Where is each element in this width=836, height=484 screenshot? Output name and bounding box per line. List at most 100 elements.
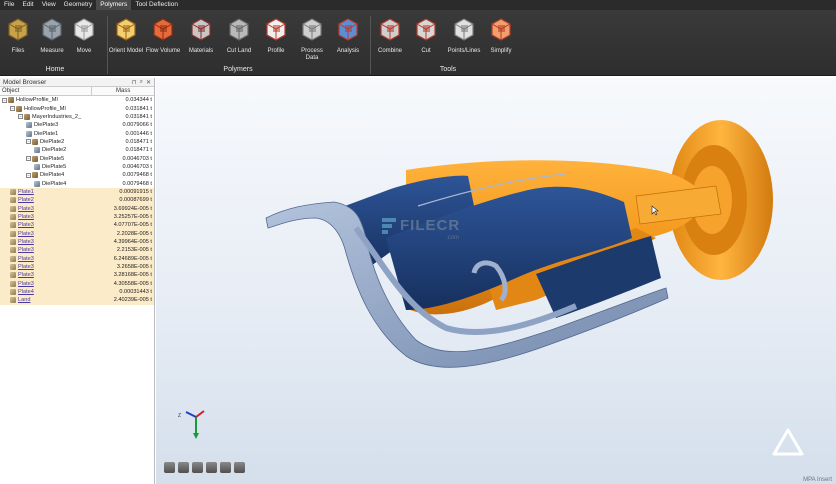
simplify-label: Simplify (490, 48, 511, 55)
folder-icon (5, 16, 31, 42)
group-icon (32, 155, 38, 162)
menu-item-polymers[interactable]: Polymers (96, 0, 132, 10)
tree-row[interactable]: Plate3 3.28168E-005 t (0, 271, 154, 280)
menu-item-tool-deflection[interactable]: Tool Deflection (131, 0, 182, 10)
column-header-mass[interactable]: Mass (92, 87, 154, 95)
tree-row-mass: 0.0079468 t (122, 180, 152, 187)
menu-item-view[interactable]: View (38, 0, 60, 10)
render-mode-icon[interactable] (234, 462, 245, 473)
menu-item-file[interactable]: File (0, 0, 18, 10)
tree-row[interactable]: − DiePlate2 0.018471 t (0, 138, 154, 146)
tree-row[interactable]: DiePlate2 0.018471 t (0, 146, 154, 154)
combine-label: Combine (378, 48, 402, 55)
plate-icon (10, 297, 16, 304)
tree-row[interactable]: Plate3 3.25257E-005 t (0, 212, 154, 222)
tree-row[interactable]: − HollowProfile_MI 0.034344 t (0, 96, 154, 104)
measure-button[interactable]: Measure (34, 16, 70, 66)
tree-row[interactable]: − DiePlate4 0.0079468 t (0, 171, 154, 179)
tree-expander-icon[interactable]: − (26, 172, 31, 178)
simplify-button[interactable]: Simplify (483, 16, 519, 66)
tree-row-mass: 0.00087699 t (119, 197, 152, 204)
orient-model-label-line: Orient Model (108, 48, 144, 54)
points-lines-button[interactable]: Points/Lines (446, 16, 482, 66)
tree-expander-icon[interactable]: − (18, 114, 23, 120)
tree-row[interactable]: DiePlate3 0.0079066 t (0, 121, 154, 129)
hollow-profile-model[interactable] (156, 78, 836, 484)
cut-land-button[interactable]: Cut Land (221, 16, 257, 66)
tree-row[interactable]: Plate3 3.69924E-005 t (0, 204, 154, 213)
model-tree: − HollowProfile_MI 0.034344 t − HollowProfil… (0, 96, 154, 305)
flow-volume-icon (150, 16, 176, 42)
tree-row[interactable]: Plate3 4.39964E-005 t (0, 237, 154, 247)
menu-bar: File Edit View Geometry Polymers Tool Deflect… (0, 0, 836, 10)
cut-button[interactable]: Cut (408, 16, 444, 66)
simplify-icon (488, 16, 514, 42)
tree-row[interactable]: Plate3 2.2028E-005 t (0, 229, 154, 238)
cut-land-label: Cut Land (227, 48, 251, 55)
profile-icon (263, 16, 289, 42)
cut-label: Cut (421, 48, 430, 55)
tree-row-name: Plate3 (18, 205, 34, 212)
watermark: FILECR .com (382, 217, 460, 241)
column-header-object[interactable]: Object (0, 87, 92, 95)
plate-icon (10, 222, 16, 229)
view-cube-icon[interactable] (206, 462, 217, 473)
cut-land-icon (226, 16, 252, 42)
tree-row-mass: 0.0079066 t (122, 122, 152, 129)
tree-row[interactable]: − DiePlate5 0.0046703 t (0, 154, 154, 162)
tree-row-mass: 2.2028E-005 t (116, 230, 152, 237)
files-label-line: Files (11, 48, 25, 54)
tree-row[interactable]: Plate3 4.07707E-005 t (0, 221, 154, 230)
rotate-view-icon[interactable] (164, 462, 175, 473)
close-icon[interactable]: ✕ (146, 79, 151, 86)
tree-row[interactable]: Plate3 2.2153E-005 t (0, 246, 154, 255)
group-icon (8, 97, 14, 104)
tree-row[interactable]: Plate4 0.00031443 t (0, 287, 154, 297)
tree-row[interactable]: DiePlate1 0.001446 t (0, 129, 154, 137)
tree-expander-icon[interactable]: − (10, 106, 15, 112)
tree-row[interactable]: Plate3 4.30558E-005 t (0, 279, 154, 288)
profile-button[interactable]: Profile (258, 16, 294, 66)
pan-view-icon[interactable] (178, 462, 189, 473)
tree-row[interactable]: Land 2.40239E-005 t (0, 296, 154, 305)
combine-label-line: Combine (377, 48, 402, 54)
tree-row-name: Plate3 (18, 255, 34, 262)
tree-row-mass: 0.0046703 t (122, 155, 152, 162)
profile-label-line: Profile (267, 48, 285, 54)
tree-row-name: Plate3 (18, 272, 34, 279)
menu-item-geometry[interactable]: Geometry (60, 0, 97, 10)
search-icon[interactable]: ⌕ (140, 79, 143, 86)
zoom-icon[interactable] (220, 462, 231, 473)
tree-row-name: HollowProfile_MI (24, 105, 66, 112)
tree-row[interactable]: Plate3 3.2658E-005 t (0, 262, 154, 272)
pin-icon[interactable]: ⊓ (132, 79, 137, 86)
tree-row-mass: 3.2658E-005 t (116, 264, 152, 271)
tree-expander-icon[interactable]: − (26, 139, 31, 145)
tree-row-name: Plate3 (18, 280, 34, 287)
combine-button[interactable]: Combine (372, 16, 408, 66)
flow-volume-button[interactable]: Flow Volume (145, 16, 181, 66)
files-button[interactable]: Files (0, 16, 36, 66)
plate-icon (10, 197, 16, 204)
tree-row[interactable]: − HollowProfile_MI 0.031841 t (0, 104, 154, 112)
group-label-tools: Tools (439, 66, 457, 73)
tree-expander-icon[interactable]: − (26, 156, 31, 162)
tree-row[interactable]: DiePlate4 0.0079468 t (0, 179, 154, 187)
menu-item-edit[interactable]: Edit (18, 0, 37, 10)
tree-row[interactable]: Plate1 0.00091915 t (0, 187, 154, 197)
3d-viewport[interactable]: FILECR .com Z MPA Insert (156, 78, 836, 484)
tree-expander-icon[interactable]: − (2, 97, 7, 103)
tree-row[interactable]: DiePlate5 0.0046703 t (0, 163, 154, 171)
tree-row[interactable]: Plate2 0.00087699 t (0, 196, 154, 205)
tree-row[interactable]: − MayerIndustries_2_ 0.031841 t (0, 113, 154, 121)
process-data-label-line: Process (301, 48, 323, 54)
move-button[interactable]: Move (66, 16, 102, 66)
plate-icon (10, 205, 16, 212)
tree-row[interactable]: Plate3 6.24689E-005 t (0, 254, 154, 263)
fit-view-icon[interactable] (192, 462, 203, 473)
orient-model-button[interactable]: Orient Model (108, 16, 144, 66)
analysis-button[interactable]: Analysis (330, 16, 366, 66)
process-data-button[interactable]: Process Data (294, 16, 330, 66)
part-icon (34, 180, 40, 187)
materials-button[interactable]: Materials (183, 16, 219, 66)
